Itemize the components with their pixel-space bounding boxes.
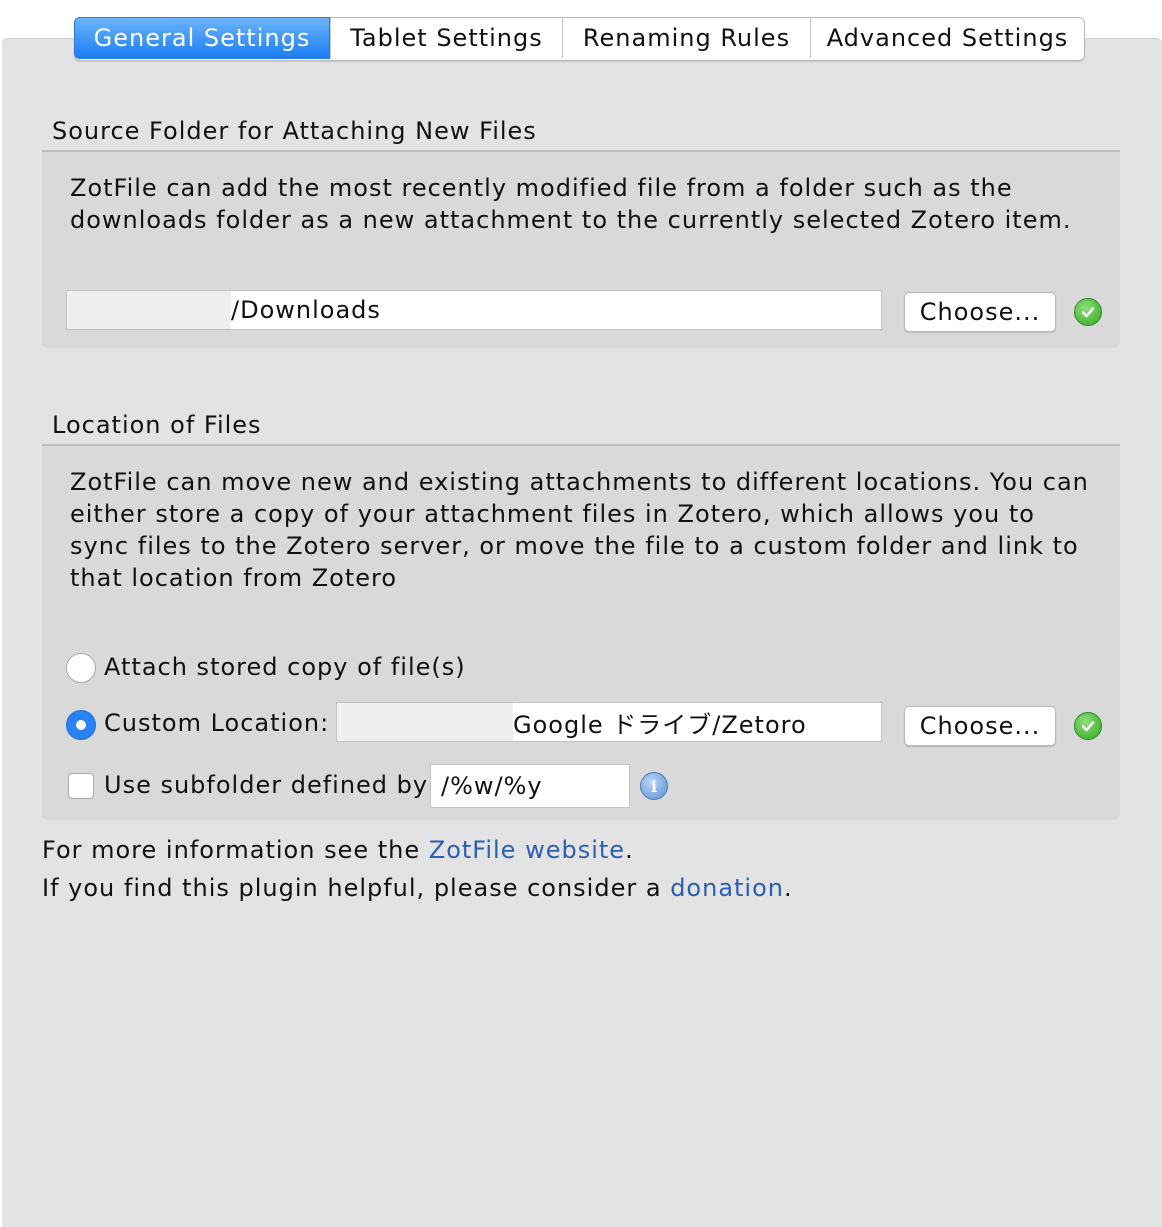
source-folder-path-text: /Downloads (231, 296, 381, 324)
custom-location-choose-button[interactable]: Choose... (904, 706, 1056, 746)
source-folder-valid-icon (1074, 298, 1102, 326)
footer-donate-line: If you find this plugin helpful, please … (42, 874, 793, 902)
radio-attach-stored-label: Attach stored copy of file(s) (104, 653, 466, 681)
source-folder-title: Source Folder for Attaching New Files (52, 117, 537, 145)
source-folder-group: ZotFile can add the most recently modifi… (42, 150, 1120, 348)
info-icon[interactable]: i (640, 772, 668, 800)
custom-location-path-field[interactable]: Google ドライブ/Zetoro (336, 702, 882, 742)
radio-custom-location[interactable] (66, 710, 96, 740)
footer-info-suffix: . (625, 836, 634, 864)
masked-path-prefix (337, 703, 513, 741)
location-group: ZotFile can move new and existing attach… (42, 444, 1120, 820)
radio-custom-location-label: Custom Location: (104, 709, 330, 737)
masked-path-prefix (67, 291, 231, 329)
zotfile-website-link[interactable]: ZotFile website (429, 836, 625, 864)
donation-link[interactable]: donation (670, 874, 784, 902)
subfolder-format-text: /%w/%y (441, 772, 543, 800)
tab-bar: General Settings Tablet Settings Renamin… (74, 17, 1085, 61)
source-folder-description: ZotFile can add the most recently modifi… (70, 174, 1072, 234)
subfolder-format-field[interactable]: /%w/%y (430, 764, 630, 808)
tab-renaming-rules[interactable]: Renaming Rules (562, 18, 810, 58)
source-folder-choose-button[interactable]: Choose... (904, 292, 1056, 332)
footer-donate-prefix: If you find this plugin helpful, please … (42, 874, 671, 902)
footer-info-line: For more information see the ZotFile web… (42, 836, 634, 864)
footer-info-prefix: For more information see the (42, 836, 429, 864)
use-subfolder-label: Use subfolder defined by (104, 771, 429, 799)
tab-general-settings[interactable]: General Settings (74, 17, 330, 59)
custom-location-path-text: Google ドライブ/Zetoro (513, 710, 807, 739)
radio-attach-stored[interactable] (66, 653, 96, 683)
tab-tablet-settings[interactable]: Tablet Settings (330, 18, 562, 58)
tab-advanced-settings[interactable]: Advanced Settings (810, 18, 1084, 58)
custom-location-valid-icon (1074, 712, 1102, 740)
location-title: Location of Files (52, 411, 262, 439)
footer-donate-suffix: . (784, 874, 793, 902)
use-subfolder-checkbox[interactable] (68, 773, 94, 799)
location-description: ZotFile can move new and existing attach… (70, 468, 1089, 592)
source-folder-path-field[interactable]: /Downloads (66, 290, 882, 330)
